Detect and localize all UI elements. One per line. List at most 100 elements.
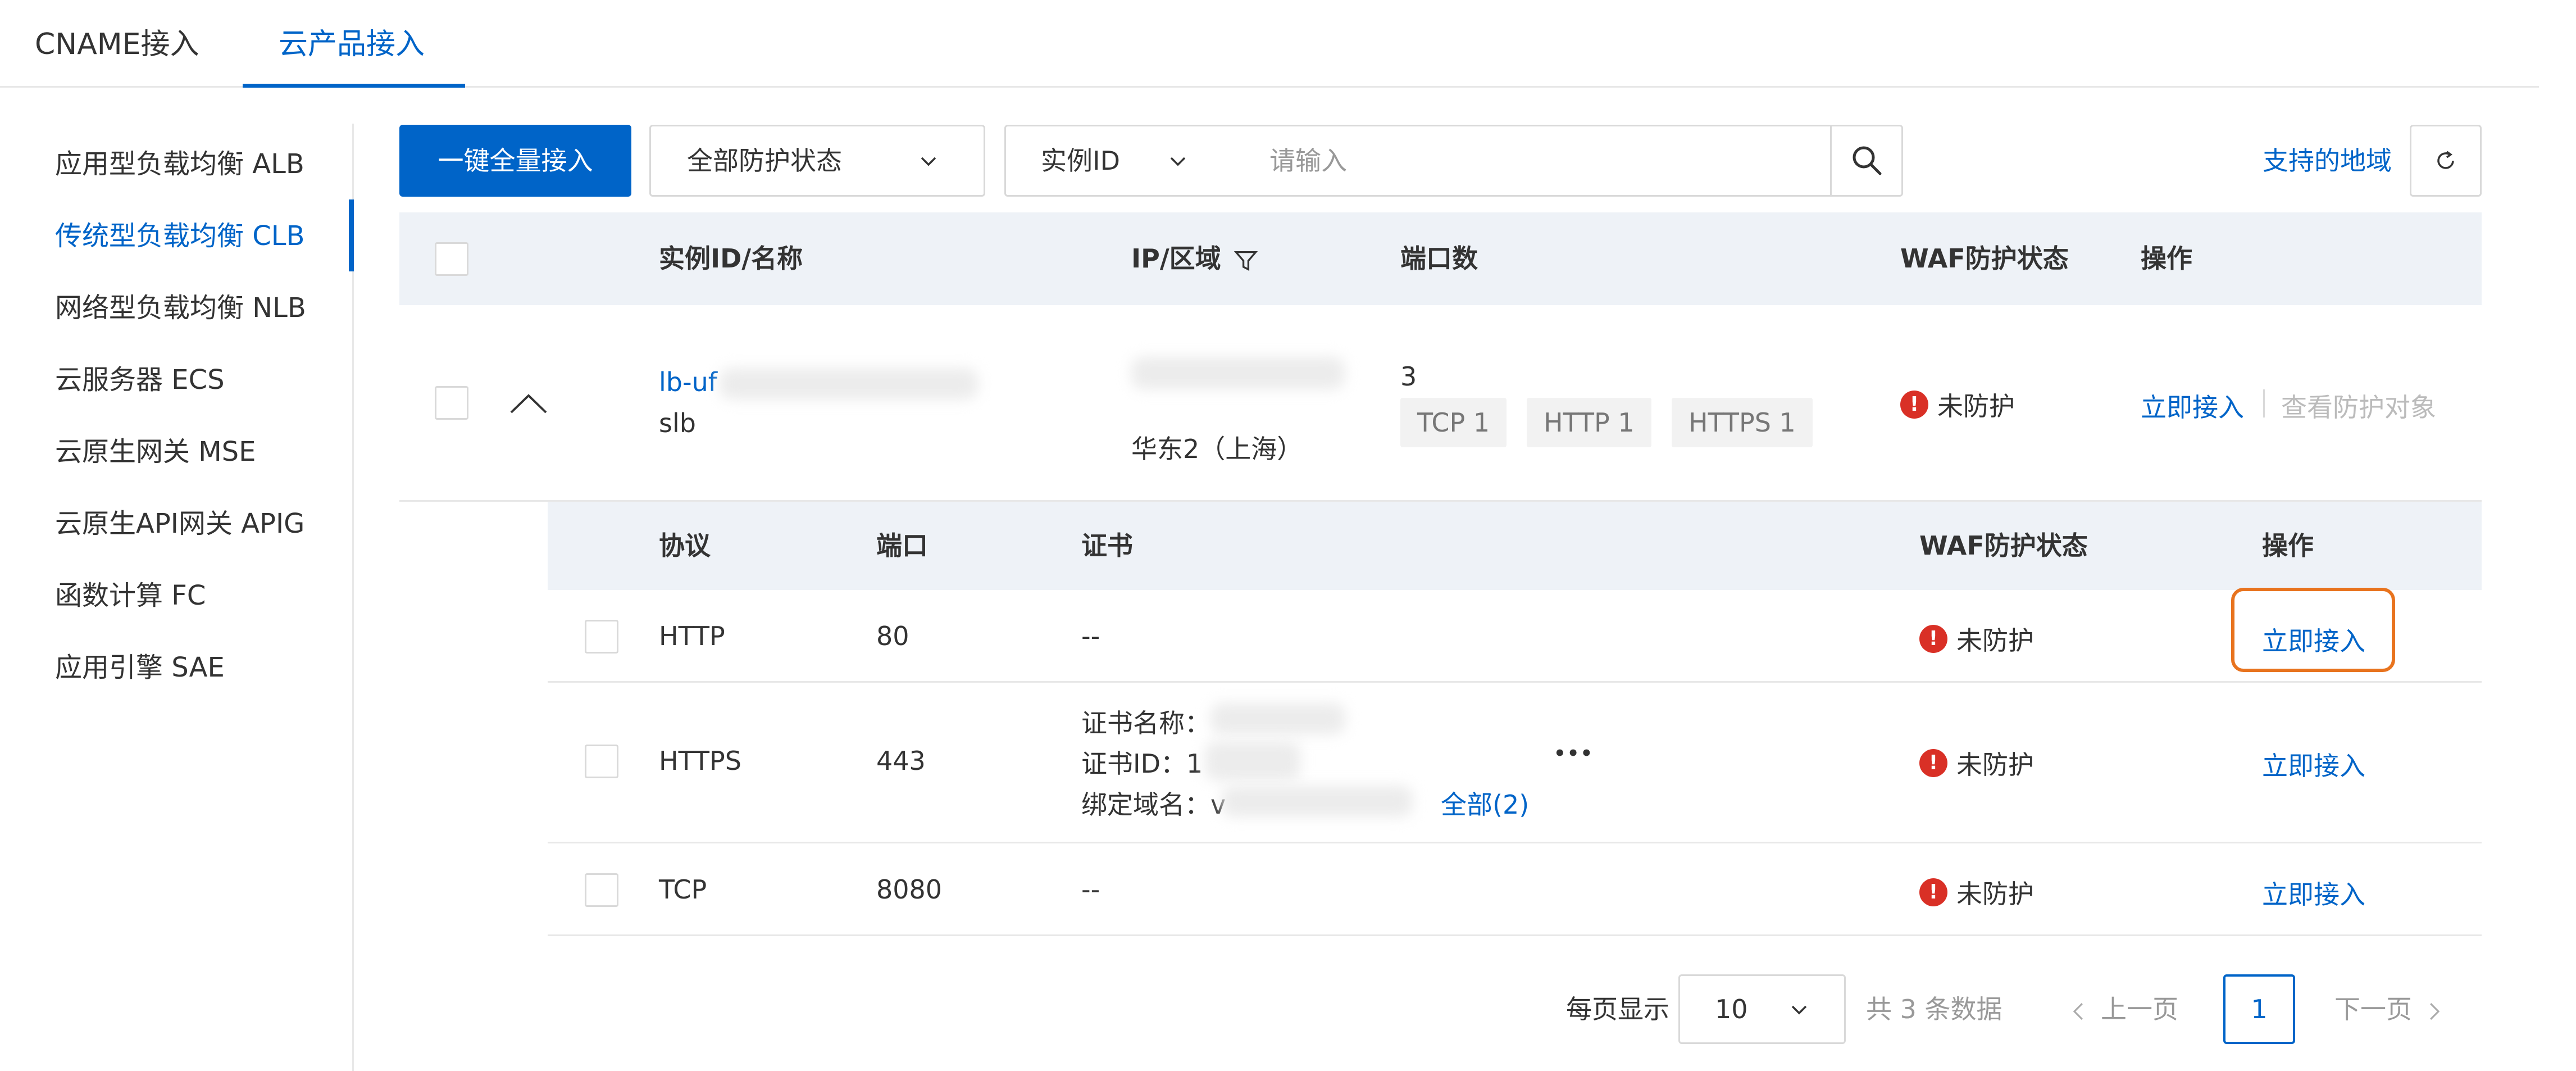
search-icon (1853, 146, 1882, 175)
chevron-down-icon (921, 157, 936, 166)
status-select-value: 全部防护状态 (687, 146, 842, 176)
field-select-value: 实例ID (1041, 146, 1120, 176)
table-row: HTTP 80 -- ! 未防护 立即接入 (548, 590, 2482, 683)
row-checkbox[interactable] (585, 620, 618, 654)
protocol-cell: TCP (659, 874, 707, 905)
status-select[interactable]: 全部防护状态 (649, 125, 985, 197)
sidebar-item-clb[interactable]: 传统型负载均衡 CLB (55, 200, 304, 272)
protocol-cell: HTTPS (659, 746, 741, 776)
redacted-instance-id (720, 368, 978, 400)
warning-icon: ! (1919, 749, 1947, 777)
header-protocol: 协议 (659, 530, 711, 561)
protocol-cell: HTTP (659, 621, 725, 651)
row-checkbox[interactable] (585, 745, 618, 778)
page-number-button[interactable]: 1 (2223, 974, 2295, 1044)
instance-name: slb (659, 408, 696, 438)
chevron-down-icon (1791, 1005, 1807, 1015)
cert-cell: -- (1081, 621, 1100, 651)
search-input[interactable] (1231, 126, 1831, 195)
action-divider (2263, 389, 2265, 417)
refresh-icon (2437, 151, 2454, 169)
waf-status: ! 未防护 (1919, 874, 2034, 911)
redacted-domain (1222, 786, 1413, 817)
prev-page-button[interactable]: 上一页 (2070, 975, 2178, 1043)
protocol-tag: TCP 1 (1400, 398, 1507, 447)
row-checkbox[interactable] (585, 873, 618, 907)
sidebar-item-alb[interactable]: 应用型负载均衡 ALB (55, 128, 304, 200)
instance-region: 华东2（上海） (1131, 434, 1303, 464)
onekey-connect-button[interactable]: 一键全量接入 (399, 125, 631, 197)
table-header: 实例ID/名称 IP/区域 端口数 WAF防护状态 操作 (399, 212, 2482, 305)
connect-now-link[interactable]: 立即接入 (2141, 387, 2244, 424)
header-ip-region: IP/区域 (1131, 212, 1258, 305)
chevron-right-icon (2430, 1002, 2440, 1020)
sidebar-item-mse[interactable]: 云原生网关 MSE (55, 416, 256, 488)
connect-now-link[interactable]: 立即接入 (2262, 874, 2365, 911)
highlight-annotation (2231, 588, 2395, 672)
filter-icon[interactable] (1234, 248, 1258, 273)
port-cell: 8080 (876, 874, 943, 905)
waf-status: ! 未防护 (1919, 620, 2034, 657)
tab-cloud-product[interactable]: 云产品接入 (279, 0, 425, 88)
page-size-value: 10 (1715, 994, 1748, 1024)
header-port: 端口 (876, 530, 928, 561)
port-count: 3 (1400, 361, 1417, 392)
subtable-header: 协议 端口 证书 WAF防护状态 操作 (548, 502, 2482, 590)
header-instance: 实例ID/名称 (659, 243, 803, 274)
sidebar-item-nlb[interactable]: 网络型负载均衡 NLB (55, 272, 306, 344)
chevron-down-icon (1170, 157, 1186, 166)
warning-icon: ! (1919, 625, 1947, 653)
total-count: 共 3 条数据 (1866, 994, 2002, 1024)
select-all-checkbox[interactable] (435, 242, 468, 276)
page-size-select[interactable]: 10 (1678, 974, 1846, 1044)
redacted-ip (1131, 357, 1345, 389)
view-protected-objects-link[interactable]: 查看防护对象 (2281, 387, 2436, 424)
search-button[interactable] (1830, 125, 1903, 197)
tab-cname[interactable]: CNAME接入 (35, 0, 199, 88)
port-cell: 443 (876, 746, 926, 776)
table-row: HTTPS 443 证书名称： 证书ID：1 绑定域名：v 全部(2) ••• … (548, 683, 2482, 843)
cert-cell: -- (1081, 874, 1100, 905)
more-icon[interactable]: ••• (1554, 742, 1594, 765)
waf-status: ! 未防护 (1919, 745, 2034, 782)
connect-now-link[interactable]: 立即接入 (2262, 746, 2365, 783)
port-cell: 80 (876, 621, 909, 651)
sidebar-item-ecs[interactable]: 云服务器 ECS (55, 344, 225, 416)
sidebar-item-apig[interactable]: 云原生API网关 APIG (55, 488, 304, 560)
protocol-tag: HTTP 1 (1527, 398, 1651, 447)
refresh-button[interactable] (2410, 125, 2482, 197)
top-tabs: CNAME接入 云产品接入 (0, 0, 2539, 88)
warning-icon: ! (1919, 878, 1947, 906)
field-select[interactable]: 实例ID (1004, 125, 1233, 197)
header-waf-status: WAF防护状态 (1919, 530, 2088, 561)
next-page-button[interactable]: 下一页 (2334, 975, 2442, 1043)
row-checkbox[interactable] (435, 386, 468, 420)
view-all-domains-link[interactable]: 全部(2) (1441, 784, 1529, 822)
header-waf-status: WAF防护状态 (1900, 243, 2069, 274)
chevron-up-icon[interactable] (509, 392, 548, 415)
table-row: TCP 8080 -- ! 未防护 立即接入 (548, 843, 2482, 936)
header-cert: 证书 (1081, 530, 1133, 561)
active-tab-indicator (243, 84, 465, 88)
redacted-cert-id (1205, 741, 1300, 780)
redacted-cert-name (1210, 703, 1345, 734)
header-actions: 操作 (2141, 243, 2192, 274)
table-row: lb-uf slb 华东2（上海） 3 TCP 1 HTTP 1 HTTPS 1… (399, 305, 2482, 502)
chevron-left-icon (2073, 1002, 2083, 1020)
cert-name-label: 证书名称： (1081, 708, 1210, 738)
warning-icon: ! (1900, 391, 1928, 419)
sidebar-item-sae[interactable]: 应用引擎 SAE (55, 632, 225, 704)
bound-domain-label: 绑定域名：v (1081, 789, 1226, 820)
waf-status: ! 未防护 (1900, 386, 2015, 423)
cert-id-label: 证书ID：1 (1081, 748, 1203, 779)
supported-regions-link[interactable]: 支持的地域 (2263, 125, 2392, 197)
protocol-tag: HTTPS 1 (1672, 398, 1813, 447)
sidebar-active-indicator (349, 199, 354, 271)
header-ports: 端口数 (1400, 243, 1478, 274)
header-actions: 操作 (2262, 530, 2314, 561)
sidebar-item-fc[interactable]: 函数计算 FC (55, 560, 206, 632)
search-input-wrapper (1231, 125, 1832, 197)
per-page-label: 每页显示 (1566, 994, 1669, 1024)
instance-id-link[interactable]: lb-uf (659, 367, 717, 397)
sidebar: 应用型负载均衡 ALB 传统型负载均衡 CLB 网络型负载均衡 NLB 云服务器… (0, 124, 354, 1071)
